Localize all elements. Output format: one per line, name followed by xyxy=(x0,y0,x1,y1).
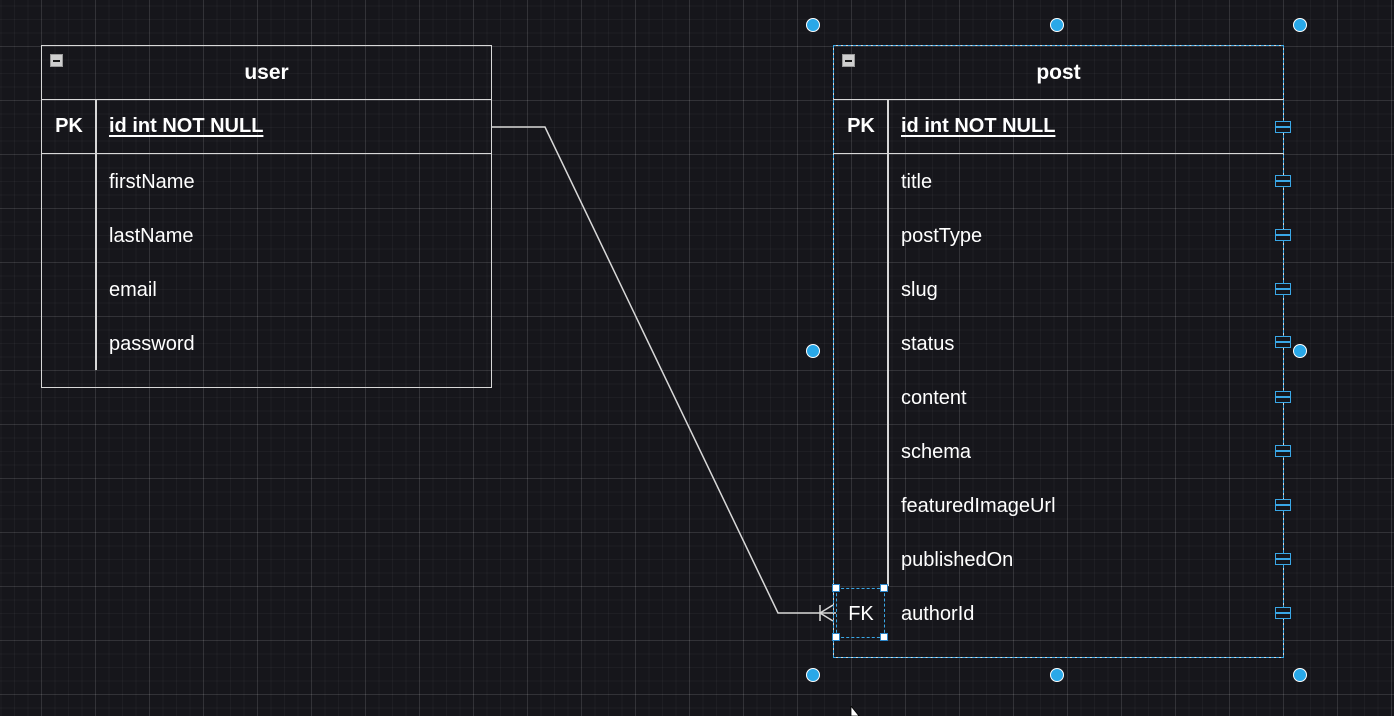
post-field-publishedon[interactable]: publishedOn xyxy=(901,549,1013,572)
post-field-content[interactable]: content xyxy=(901,387,967,410)
resize-handle-bottom-center[interactable] xyxy=(1050,668,1064,682)
resize-handle-middle-left[interactable] xyxy=(806,344,820,358)
fk-resize-handle-bottom-right[interactable] xyxy=(880,633,888,641)
post-field-schema[interactable]: schema xyxy=(901,441,971,464)
resize-handle-middle-right[interactable] xyxy=(1293,344,1307,358)
row-connection-handle[interactable] xyxy=(1275,175,1291,187)
user-field-email[interactable]: email xyxy=(109,279,157,302)
user-pk-label: PK xyxy=(55,115,83,137)
diagram-canvas[interactable]: user PK id int NOT NULL firstName lastNa… xyxy=(0,0,1394,716)
user-field-firstname[interactable]: firstName xyxy=(109,171,195,194)
post-field-authorid[interactable]: authorId xyxy=(901,603,974,626)
row-connection-handle[interactable] xyxy=(1275,336,1291,348)
user-pk-field: id int NOT NULL xyxy=(109,115,264,137)
post-field-status[interactable]: status xyxy=(901,333,954,356)
resize-handle-top-right[interactable] xyxy=(1293,18,1307,32)
user-table[interactable]: user PK id int NOT NULL firstName lastNa… xyxy=(41,45,492,388)
post-field-posttype[interactable]: postType xyxy=(901,225,982,248)
user-key-column-divider xyxy=(95,154,97,370)
row-connection-handle[interactable] xyxy=(1275,121,1291,133)
user-pk-row[interactable]: PK id int NOT NULL xyxy=(42,100,491,154)
post-pk-row[interactable]: PK id int NOT NULL xyxy=(834,100,1283,154)
post-table-title: post xyxy=(1036,61,1081,84)
relationship-line xyxy=(491,126,836,614)
post-field-slug[interactable]: slug xyxy=(901,279,938,302)
fk-resize-handle-bottom-left[interactable] xyxy=(832,633,840,641)
user-field-password[interactable]: password xyxy=(109,333,195,356)
row-connection-handle[interactable] xyxy=(1275,391,1291,403)
post-pk-divider xyxy=(887,100,889,154)
fk-resize-handle-top-left[interactable] xyxy=(832,584,840,592)
resize-handle-bottom-left[interactable] xyxy=(806,668,820,682)
post-field-title[interactable]: title xyxy=(901,171,932,194)
post-key-column-divider xyxy=(887,154,889,586)
resize-handle-bottom-right[interactable] xyxy=(1293,668,1307,682)
mouse-cursor-icon xyxy=(850,706,860,716)
post-table[interactable]: post PK id int NOT NULL title postType s… xyxy=(833,45,1284,658)
row-connection-handle[interactable] xyxy=(1275,499,1291,511)
resize-handle-top-left[interactable] xyxy=(806,18,820,32)
row-connection-handle[interactable] xyxy=(1275,553,1291,565)
post-fk-label[interactable]: FK xyxy=(834,603,888,626)
row-connection-handle[interactable] xyxy=(1275,445,1291,457)
post-pk-label: PK xyxy=(847,115,875,137)
user-table-header[interactable]: user xyxy=(42,46,491,100)
row-connection-handle[interactable] xyxy=(1275,229,1291,241)
user-pk-divider xyxy=(95,100,97,154)
fk-resize-handle-top-right[interactable] xyxy=(880,584,888,592)
post-table-header[interactable]: post xyxy=(834,46,1283,100)
resize-handle-top-center[interactable] xyxy=(1050,18,1064,32)
post-field-featuredimageurl[interactable]: featuredImageUrl xyxy=(901,495,1056,518)
user-field-lastname[interactable]: lastName xyxy=(109,225,193,248)
user-table-title: user xyxy=(244,61,289,84)
post-pk-field: id int NOT NULL xyxy=(901,115,1056,137)
row-connection-handle[interactable] xyxy=(1275,283,1291,295)
row-connection-handle[interactable] xyxy=(1275,607,1291,619)
